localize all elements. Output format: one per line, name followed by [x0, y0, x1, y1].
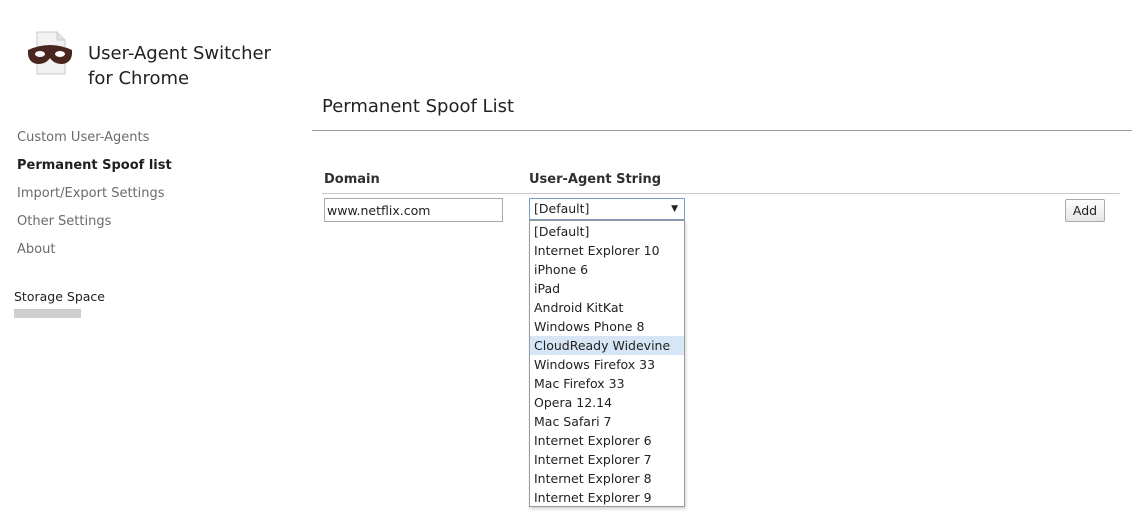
header-divider — [322, 193, 1120, 194]
user-agent-select[interactable]: [Default] ▼ — [529, 198, 685, 220]
column-header-domain: Domain — [324, 172, 380, 187]
options-page: User-Agent Switcher for Chrome Custom Us… — [0, 0, 1138, 524]
add-button[interactable]: Add — [1065, 199, 1105, 222]
user-agent-option[interactable]: Opera 12.14 — [530, 393, 684, 412]
domain-input[interactable] — [324, 198, 503, 222]
title-divider — [312, 130, 1132, 131]
storage-space-bar — [14, 309, 81, 318]
user-agent-option[interactable]: Android KitKat — [530, 298, 684, 317]
user-agent-option[interactable]: Windows Phone 8 — [530, 317, 684, 336]
user-agent-option[interactable]: Internet Explorer 7 — [530, 450, 684, 469]
user-agent-option[interactable]: iPad — [530, 279, 684, 298]
sidebar-item-import-export-settings[interactable]: Import/Export Settings — [17, 184, 172, 212]
sidebar-item-other-settings[interactable]: Other Settings — [17, 212, 172, 240]
user-agent-option[interactable]: CloudReady Widevine — [530, 336, 684, 355]
user-agent-option[interactable]: Mac Firefox 33 — [530, 374, 684, 393]
user-agent-select-value: [Default] — [534, 201, 590, 216]
sidebar-item-permanent-spoof-list[interactable]: Permanent Spoof list — [17, 156, 172, 184]
sidebar-item-custom-user-agents[interactable]: Custom User-Agents — [17, 128, 172, 156]
user-agent-option[interactable]: [Default] — [530, 222, 684, 241]
user-agent-option[interactable]: Mac Safari 7 — [530, 412, 684, 431]
user-agent-option[interactable]: Internet Explorer 10 — [530, 241, 684, 260]
column-header-user-agent-string: User-Agent String — [529, 172, 662, 187]
page-title: Permanent Spoof List — [322, 96, 515, 117]
user-agent-dropdown-list: [Default] Internet Explorer 10 iPhone 6 iPa… — [529, 220, 685, 507]
user-agent-option[interactable]: Windows Firefox 33 — [530, 355, 684, 374]
user-agent-option[interactable]: Internet Explorer 8 — [530, 469, 684, 488]
storage-space-label: Storage Space — [14, 289, 105, 304]
user-agent-option[interactable]: Internet Explorer 6 — [530, 431, 684, 450]
sidebar-item-about[interactable]: About — [17, 240, 172, 268]
app-title: User-Agent Switcher for Chrome — [88, 43, 271, 89]
dropdown-arrow-icon: ▼ — [671, 204, 678, 214]
spy-mask-icon — [27, 31, 73, 75]
sidebar-nav: Custom User-Agents Permanent Spoof list … — [17, 128, 172, 268]
storage-space-fill — [14, 310, 81, 318]
user-agent-option[interactable]: iPhone 6 — [530, 260, 684, 279]
user-agent-option[interactable]: Internet Explorer 9 — [530, 488, 684, 507]
